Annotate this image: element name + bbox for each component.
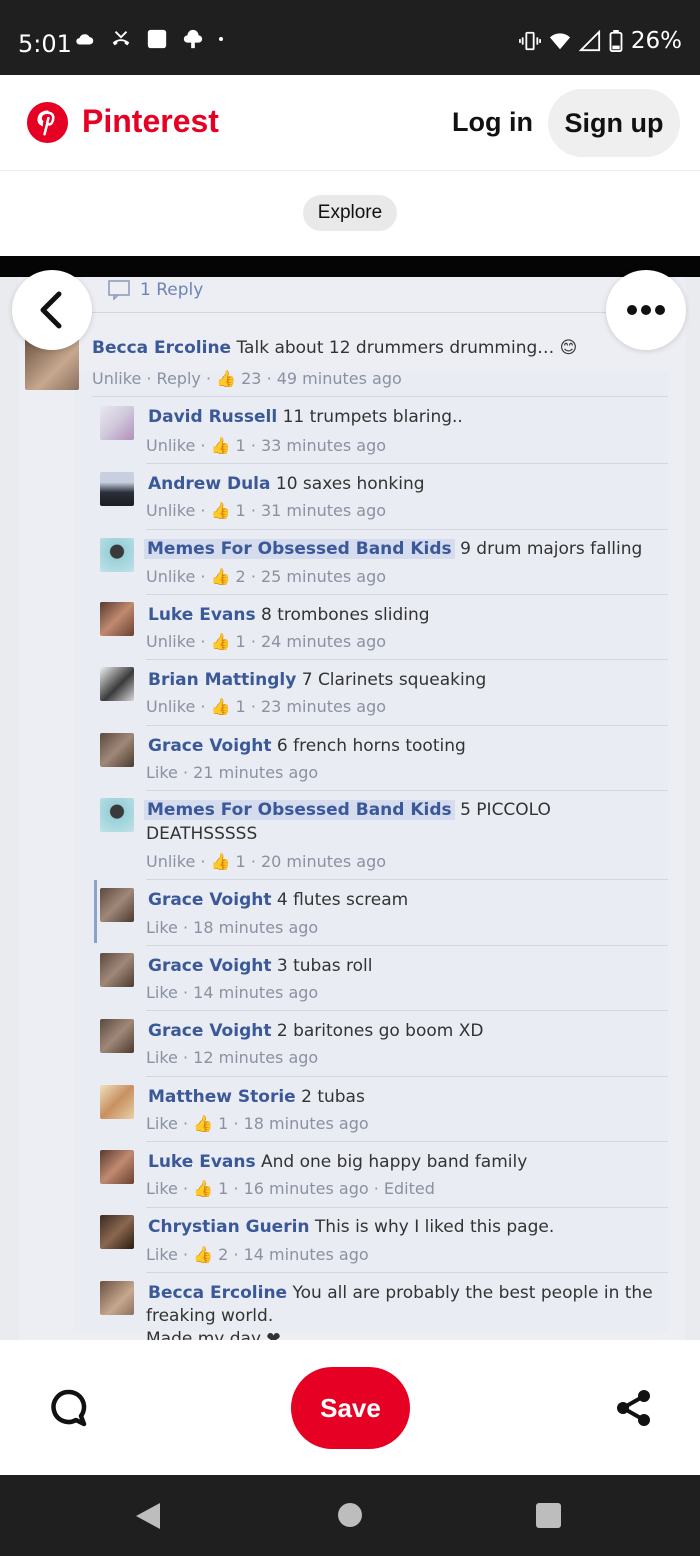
comment-icon[interactable] xyxy=(48,1388,88,1428)
back-icon[interactable] xyxy=(134,1501,162,1531)
commenter-name: Becca Ercoline xyxy=(148,1283,288,1303)
recents-icon[interactable] xyxy=(536,1503,561,1528)
system-nav-bar xyxy=(0,1475,700,1556)
ellipsis-icon xyxy=(627,305,665,315)
home-icon[interactable] xyxy=(337,1502,363,1528)
comment-text-line2: freaking world. xyxy=(146,1306,274,1326)
save-button[interactable]: Save xyxy=(291,1367,410,1449)
bottom-action-bar: Save xyxy=(0,1340,700,1475)
chevron-left-icon xyxy=(40,291,62,329)
share-icon[interactable] xyxy=(614,1388,654,1428)
back-button[interactable] xyxy=(12,270,92,350)
comment: Becca Ercoline You all are probably the … xyxy=(0,0,700,1340)
comment-text: You all are probably the best people in … xyxy=(292,1283,653,1303)
more-options-button[interactable] xyxy=(606,270,686,350)
avatar xyxy=(100,1281,134,1315)
comment-text-line3: Made my day ❤ xyxy=(146,1329,281,1340)
